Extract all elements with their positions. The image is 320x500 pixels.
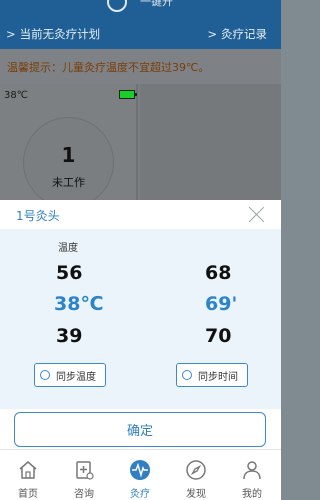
- chevron-right-icon: >: [6, 27, 16, 41]
- temp-option[interactable]: 39: [56, 325, 82, 347]
- nav-consult-label: 咨询: [74, 489, 94, 500]
- empty-device-slot: [140, 84, 281, 204]
- nav-mine-label: 我的: [242, 489, 262, 500]
- plan-status-text: 当前无灸疗计划: [19, 27, 101, 41]
- home-icon: [19, 461, 37, 479]
- sync-time-button[interactable]: 同步时间: [176, 363, 248, 387]
- user-icon: [243, 461, 261, 480]
- nav-mine[interactable]: 我的: [224, 450, 280, 500]
- head-status-circle[interactable]: 1 未工作: [23, 117, 114, 208]
- compass-icon: [186, 460, 206, 480]
- radio-icon: [40, 370, 50, 380]
- device-temperature: 38℃: [4, 90, 28, 101]
- radio-icon: [182, 370, 192, 380]
- sync-time-label: 同步时间: [198, 371, 238, 383]
- nav-moxibustion[interactable]: 灸疗: [112, 450, 168, 500]
- time-option[interactable]: 68: [205, 262, 231, 284]
- battery-icon: [119, 90, 137, 99]
- nav-moxibustion-label: 灸疗: [130, 489, 150, 500]
- nav-home-label: 首页: [18, 489, 38, 500]
- dialog-title: 1号灸头: [16, 209, 60, 223]
- confirm-button[interactable]: 确定: [14, 412, 266, 447]
- one-key-label[interactable]: 一键开: [140, 0, 173, 9]
- temp-option[interactable]: 56: [56, 262, 82, 284]
- temp-heading: 温度: [58, 243, 78, 254]
- time-selected[interactable]: 69': [205, 293, 237, 315]
- nav-consult[interactable]: 咨询: [56, 450, 112, 500]
- records-link[interactable]: > 灸疗记录: [207, 26, 267, 42]
- consult-icon: [76, 461, 94, 480]
- nav-discover-label: 发现: [186, 489, 206, 500]
- plan-status[interactable]: > 当前无灸疗计划: [6, 26, 100, 42]
- head-state: 未工作: [52, 176, 85, 189]
- nav-discover[interactable]: 发现: [168, 450, 224, 500]
- time-option[interactable]: 70: [205, 325, 231, 347]
- chevron-right-icon: >: [207, 27, 217, 41]
- nav-home[interactable]: 首页: [0, 450, 56, 500]
- close-icon[interactable]: [248, 206, 265, 223]
- warning-text: 温馨提示：儿童灸疗温度不宜超过39℃。: [7, 61, 210, 74]
- sync-temp-button[interactable]: 同步温度: [34, 363, 106, 387]
- sync-temp-label: 同步温度: [56, 371, 96, 383]
- bottom-nav: 首页 咨询 灸疗 发现 我的: [0, 449, 281, 500]
- head-number: 1: [61, 143, 76, 167]
- temp-selected[interactable]: 38℃: [54, 293, 103, 315]
- moxibustion-icon: [130, 460, 150, 480]
- records-link-text: 灸疗记录: [221, 27, 267, 41]
